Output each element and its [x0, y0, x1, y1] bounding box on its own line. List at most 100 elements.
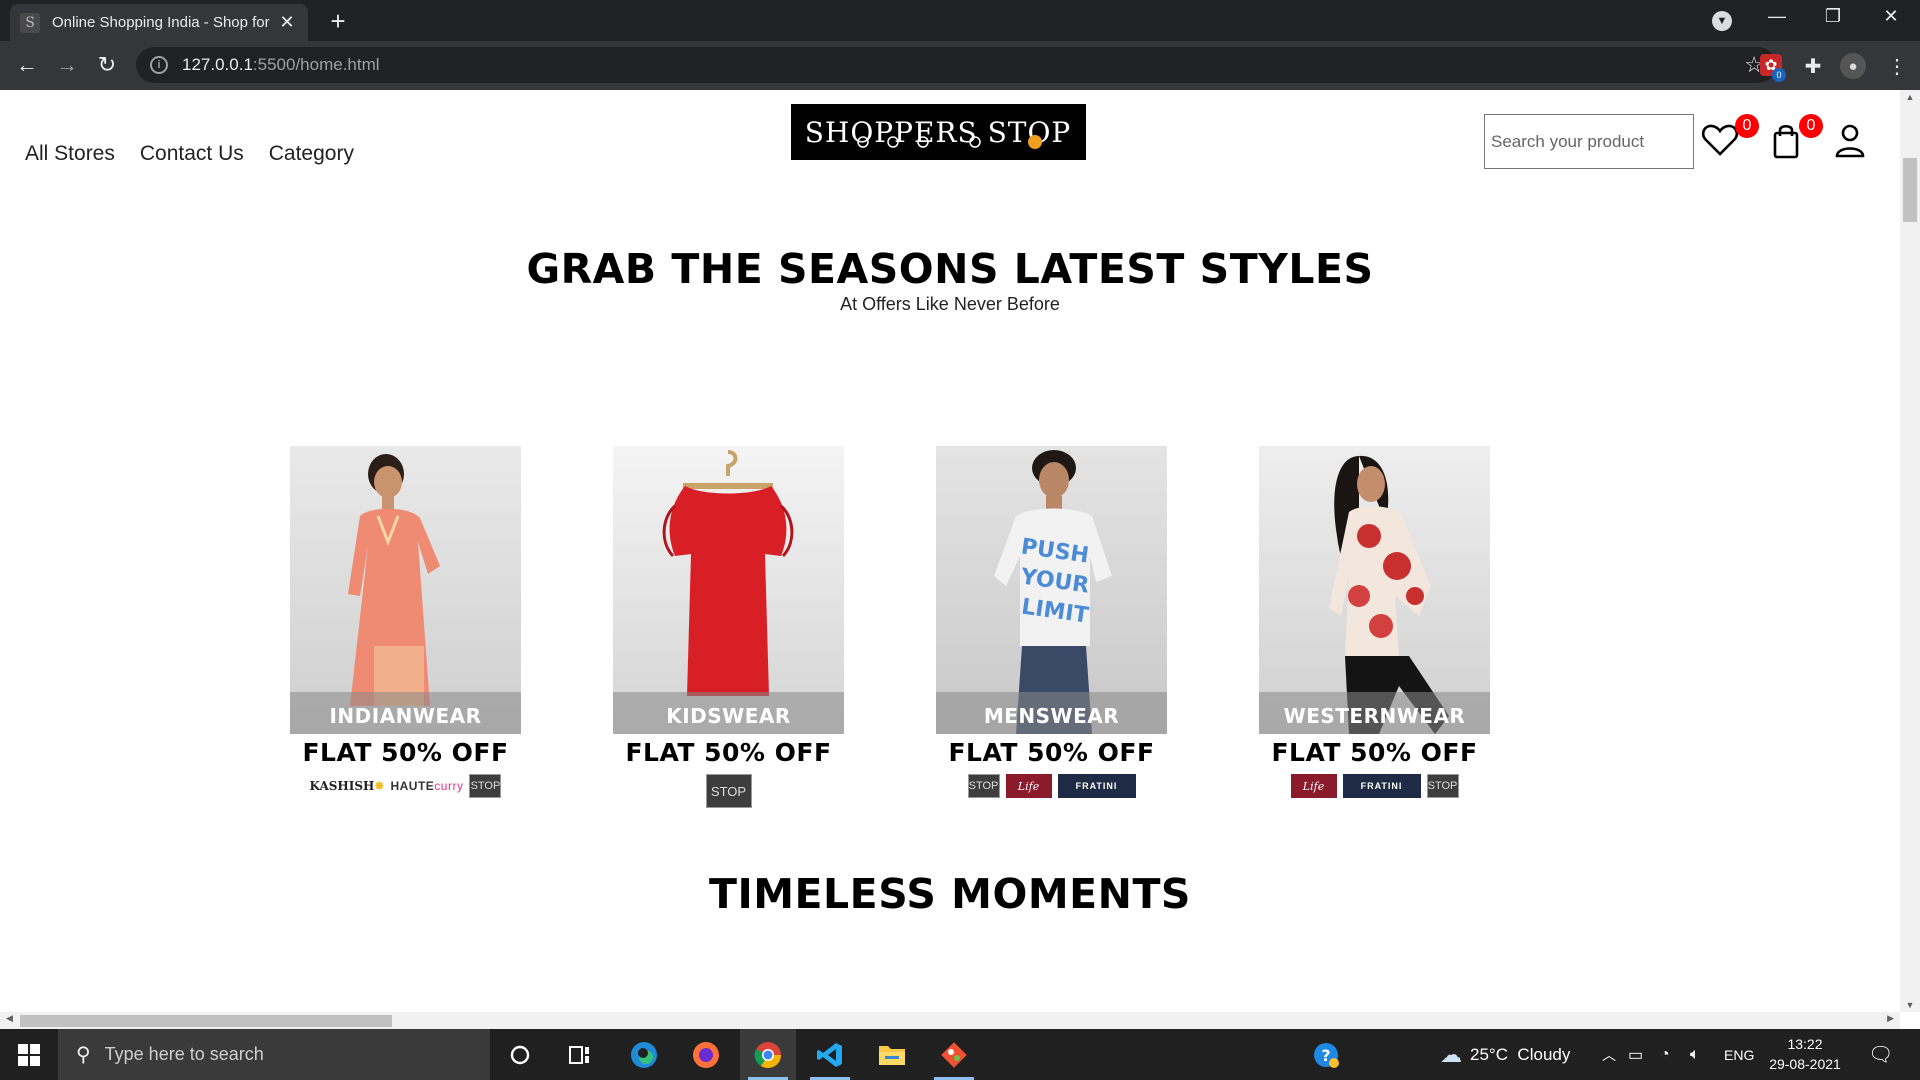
page-viewport: All Stores Contact Us Category SHOPPERS … — [0, 90, 1920, 1029]
show-hidden-icons[interactable]: ︿ — [1602, 1029, 1616, 1080]
restore-window-icon[interactable]: ❐ — [1818, 6, 1848, 27]
kidswear-photo[interactable]: KIDSWEAR — [613, 446, 844, 734]
firefox-icon[interactable] — [678, 1029, 734, 1080]
nav-all-stores[interactable]: All Stores — [25, 142, 115, 166]
notifications-icon[interactable]: 🗨︎ — [1868, 1029, 1893, 1080]
site-favicon-icon: S — [20, 12, 40, 33]
card-category-label: WESTERNWEAR — [1283, 704, 1466, 728]
brand-stop-logo: STOP — [705, 774, 752, 808]
scroll-right-icon[interactable]: ▶ — [1887, 1013, 1894, 1024]
profile-avatar[interactable]: ● — [1840, 53, 1866, 79]
brand-logos: KASHISH ✸ HAUTE curry STOP — [290, 773, 521, 799]
system-clock[interactable]: 13:22 29-08-2021 — [1760, 1034, 1850, 1074]
network-icon[interactable]: ◔ — [1660, 1029, 1670, 1080]
scroll-left-icon[interactable]: ◀ — [6, 1013, 13, 1024]
clock-date: 29-08-2021 — [1769, 1056, 1841, 1072]
forward-arrow-icon[interactable]: → — [52, 50, 82, 80]
browser-toolbar: ← → ↻ i 127.0.0.1:5500/home.html ☆ ✿ 0 ✚… — [0, 41, 1920, 90]
browser-menu-icon[interactable]: ⋮ — [1884, 53, 1910, 79]
minimize-window-icon[interactable]: — — [1762, 6, 1792, 27]
site-info-icon[interactable]: i — [150, 56, 168, 74]
brand-logos: STOP Life FRATINI — [936, 773, 1167, 799]
brand-fratini-logo: FRATINI — [1342, 774, 1421, 798]
wishlist-count-badge: 0 — [1735, 114, 1759, 138]
clock-time: 13:22 — [1787, 1036, 1823, 1052]
browser-tab-bar: S Online Shopping India - Shop for ✕ + ▼… — [0, 0, 1920, 41]
user-account-icon[interactable] — [1830, 120, 1870, 160]
brand-hautecurry-logo: HAUTE curry — [390, 779, 464, 793]
nav-category[interactable]: Category — [269, 142, 354, 166]
brand-life-logo: Life — [1005, 774, 1052, 798]
westernwear-photo[interactable]: WESTERNWEAR — [1259, 446, 1490, 734]
vertical-scroll-thumb[interactable] — [1903, 158, 1917, 222]
search-icon: ⚲ — [76, 1044, 91, 1066]
scroll-up-icon[interactable]: ▲ — [1900, 92, 1920, 102]
url-path: :5500/home.html — [252, 55, 380, 74]
extensions-puzzle-icon[interactable]: ✚ — [1800, 53, 1826, 79]
browser-tab[interactable]: S Online Shopping India - Shop for ✕ — [10, 4, 308, 41]
horizontal-scroll-thumb[interactable] — [20, 1015, 392, 1027]
windows-taskbar: ⚲ Type here to search ? ☁ 25°C Cloudy ︿ … — [0, 1029, 1920, 1080]
brand-life-logo: Life — [1290, 774, 1337, 798]
indianwear-photo[interactable]: INDIANWEAR — [290, 446, 521, 734]
reload-icon[interactable]: ↻ — [92, 50, 122, 80]
cortana-icon[interactable] — [492, 1029, 548, 1080]
taskbar-search-placeholder: Type here to search — [104, 1044, 264, 1064]
url-host: 127.0.0.1 — [182, 55, 253, 74]
nav-contact-us[interactable]: Contact Us — [140, 142, 244, 166]
close-window-icon[interactable]: ✕ — [1876, 6, 1906, 27]
language-indicator[interactable]: ENG — [1724, 1029, 1754, 1080]
brand-stop-logo: STOP — [967, 774, 1000, 798]
back-arrow-icon[interactable]: ← — [12, 50, 42, 80]
horizontal-scrollbar[interactable]: ◀ ▶ — [0, 1012, 1900, 1029]
card-offer: FLAT 50% OFF — [948, 738, 1155, 767]
shoppers-stop-logo[interactable]: SHOPPERS STOP — [791, 104, 1086, 160]
brand-stop-logo: STOP — [1426, 774, 1459, 798]
extension-badge: 0 — [1772, 68, 1786, 82]
scroll-down-icon[interactable]: ▼ — [1900, 1000, 1920, 1010]
brand-kashish-logo: KASHISH ✸ — [309, 779, 385, 793]
promo-subheadline: At Offers Like Never Before — [840, 294, 1060, 314]
new-tab-button[interactable]: + — [324, 6, 352, 37]
brand-stop-logo: STOP — [469, 774, 502, 798]
windows-start-icon[interactable] — [18, 1044, 40, 1066]
file-explorer-icon[interactable] — [864, 1029, 920, 1080]
close-tab-icon[interactable]: ✕ — [276, 12, 298, 33]
brand-logos: STOP — [613, 773, 844, 809]
vscode-icon[interactable] — [802, 1029, 858, 1080]
card-westernwear[interactable]: WESTERNWEAR FLAT 50% OFF Life FRATINI ST… — [1259, 446, 1490, 799]
card-menswear[interactable]: PUSH YOUR LIMIT MENSWEAR FLAT 50% OFF ST… — [936, 446, 1167, 799]
weather-text: 25°C Cloudy — [1470, 1044, 1571, 1064]
section-title: TIMELESS MOMENTS — [709, 870, 1191, 918]
card-category-label: KIDSWEAR — [666, 704, 791, 728]
edge-browser-icon[interactable] — [616, 1029, 672, 1080]
tab-search-icon[interactable]: ▼ — [1712, 11, 1732, 31]
chrome-icon[interactable] — [740, 1029, 796, 1080]
card-category-label: INDIANWEAR — [329, 704, 482, 728]
site-nav: All Stores Contact Us Category — [25, 142, 354, 166]
weather-widget[interactable]: ☁ 25°C Cloudy — [1440, 1029, 1570, 1080]
vertical-scrollbar[interactable]: ▲ ▼ — [1900, 90, 1920, 1012]
card-offer: FLAT 50% OFF — [1271, 738, 1478, 767]
cloud-icon: ☁ — [1440, 1041, 1462, 1067]
help-icon[interactable]: ? — [1298, 1029, 1354, 1080]
card-category-label: MENSWEAR — [983, 704, 1120, 728]
promo-headline: GRAB THE SEASONS LATEST STYLES — [526, 245, 1374, 293]
brand-logos: Life FRATINI STOP — [1259, 773, 1490, 799]
battery-icon[interactable]: ▭ — [1628, 1029, 1643, 1080]
card-kidswear[interactable]: KIDSWEAR FLAT 50% OFF STOP — [613, 446, 844, 809]
brand-fratini-logo: FRATINI — [1057, 774, 1136, 798]
task-view-icon[interactable] — [552, 1029, 608, 1080]
menswear-photo[interactable]: PUSH YOUR LIMIT MENSWEAR — [936, 446, 1167, 734]
product-search-input[interactable] — [1484, 114, 1694, 169]
wishlist-heart-icon[interactable] — [1700, 120, 1740, 160]
cart-count-badge: 0 — [1799, 114, 1823, 138]
card-offer: FLAT 50% OFF — [302, 738, 509, 767]
volume-icon[interactable]: 🔈︎ — [1690, 1029, 1700, 1080]
address-bar[interactable]: i 127.0.0.1:5500/home.html ☆ — [136, 47, 1776, 83]
tab-title: Online Shopping India - Shop for — [52, 14, 270, 31]
taskbar-search-box[interactable]: ⚲ Type here to search — [58, 1029, 490, 1080]
card-indianwear[interactable]: INDIANWEAR FLAT 50% OFF KASHISH ✸ HAUTE cu… — [290, 446, 521, 799]
git-app-icon[interactable] — [926, 1029, 982, 1080]
card-offer: FLAT 50% OFF — [625, 738, 832, 767]
